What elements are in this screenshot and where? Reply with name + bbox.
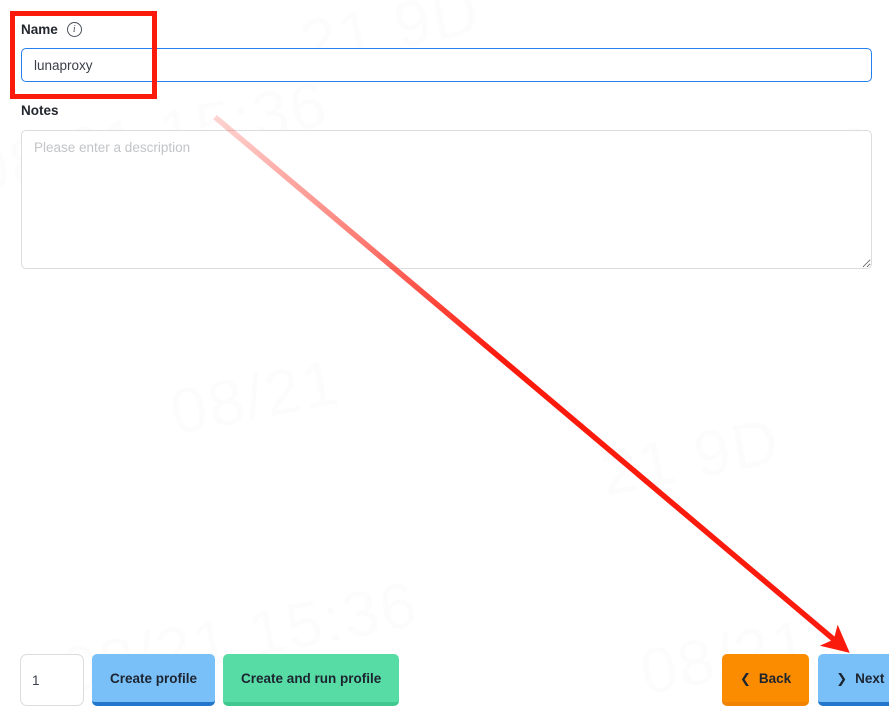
- notes-label: Notes: [21, 103, 59, 118]
- name-input[interactable]: [21, 48, 872, 82]
- chevron-left-icon: ❮: [740, 670, 751, 686]
- back-label: Back: [758, 670, 792, 686]
- info-icon[interactable]: i: [66, 22, 82, 37]
- create-profile-label: Create profile: [110, 670, 198, 686]
- profile-count-input[interactable]: [20, 654, 84, 706]
- notes-label-row: Notes: [21, 104, 59, 118]
- name-label-row: Name i: [21, 22, 82, 37]
- chevron-right-icon: ❯: [836, 670, 848, 686]
- next-button[interactable]: ❯ Next: [818, 654, 889, 706]
- create-and-run-profile-button[interactable]: Create and run profile: [223, 654, 400, 706]
- name-label: Name: [21, 21, 58, 37]
- background-watermark: 08/21 15:36 9DA 15:36 08/21 21 9D 08/21 …: [0, 0, 889, 715]
- next-label: Next: [855, 670, 885, 686]
- notes-textarea[interactable]: [21, 130, 872, 269]
- create-and-run-profile-label: Create and run profile: [241, 670, 382, 686]
- create-profile-button[interactable]: Create profile: [92, 654, 216, 706]
- back-button[interactable]: ❮ Back: [722, 654, 810, 706]
- footer-left-actions: Create profile Create and run profile: [20, 654, 400, 706]
- annotation-overlay: [10, 11, 850, 653]
- watermark-line: 21 9D: [594, 404, 786, 510]
- footer-right-actions: ❮ Back ❯ Next: [722, 654, 889, 706]
- watermark-line: 08/21: [164, 345, 346, 449]
